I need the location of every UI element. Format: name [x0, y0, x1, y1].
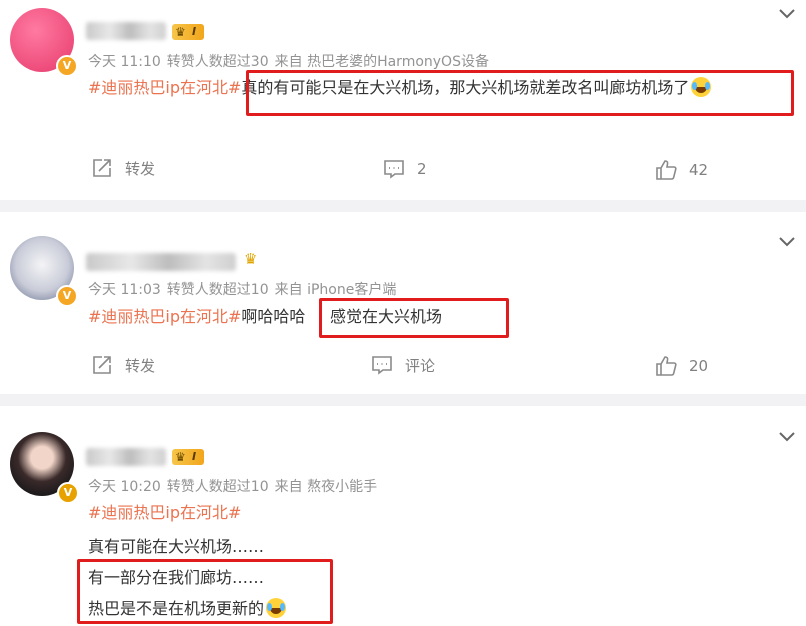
post-meta: 今天 11:10 转赞人数超过30 来自 热巴老婆的HarmonyOS设备 — [88, 51, 495, 71]
username-blurred[interactable] — [86, 448, 166, 466]
highlight-box — [246, 70, 794, 116]
post-separator — [0, 200, 806, 212]
hashtag-link[interactable]: #迪丽热巴ip在河北# — [88, 78, 241, 97]
repost-count-text: 转赞人数超过30 — [166, 54, 269, 70]
post-line: 真有可能在大兴机场…… — [88, 537, 265, 556]
post-time[interactable]: 今天 11:03 — [88, 282, 161, 298]
repost-button[interactable]: 转发 — [91, 157, 155, 179]
repost-icon — [93, 356, 111, 374]
repost-count-text: 转赞人数超过10 — [166, 282, 269, 298]
like-button[interactable]: 20 — [655, 355, 708, 377]
verified-badge-icon: V — [56, 285, 78, 307]
post-1: V ♛ I 今天 11:10 转赞人数超过30 来自 热巴老婆的HarmonyOS设备… — [0, 0, 806, 196]
level-badge: ♛ I — [172, 24, 205, 40]
crown-icon: ♛ — [175, 450, 186, 464]
repost-count-text: 转赞人数超过10 — [166, 479, 269, 495]
verified-badge-icon: V — [57, 482, 79, 504]
post-separator — [0, 394, 806, 406]
username-blurred[interactable] — [86, 253, 236, 271]
hashtag-link[interactable]: #迪丽热巴ip在河北# — [88, 307, 241, 326]
post-time[interactable]: 今天 10:20 — [88, 479, 161, 495]
like-icon — [656, 160, 677, 180]
post-source: 来自 iPhone客户端 — [274, 282, 397, 298]
repost-label: 转发 — [125, 159, 156, 178]
chevron-down-icon[interactable] — [778, 8, 796, 20]
verified-badge-icon: V — [56, 55, 78, 77]
post-text: #迪丽热巴ip在河北# — [88, 502, 241, 524]
like-count: 20 — [689, 357, 709, 375]
hashtag-link[interactable]: #迪丽热巴ip在河北# — [88, 503, 241, 522]
repost-icon — [93, 159, 111, 177]
post-text: #迪丽热巴ip在河北#啊哈哈哈 — [88, 306, 305, 328]
post-2: V ♛ 今天 11:03 转赞人数超过10 来自 iPhone客户端 #迪丽热巴ip… — [0, 212, 806, 392]
post-3: V ♛ I 今天 10:20 转赞人数超过10 来自 熬夜小能手 #迪丽热巴ip在河北… — [0, 406, 806, 626]
comment-count: 2 — [417, 160, 427, 178]
chevron-down-icon[interactable] — [778, 236, 796, 248]
post-meta: 今天 10:20 转赞人数超过10 来自 熬夜小能手 — [88, 476, 383, 496]
post-source: 来自 熬夜小能手 — [274, 479, 378, 495]
comment-label: 评论 — [405, 356, 436, 375]
crown-icon: ♛ — [175, 25, 186, 39]
chevron-down-icon[interactable] — [778, 431, 796, 443]
crown-icon: ♛ — [244, 250, 258, 268]
repost-label: 转发 — [125, 356, 156, 375]
highlight-box — [319, 298, 509, 338]
like-count: 42 — [689, 161, 709, 179]
comment-button[interactable]: 评论 — [371, 354, 435, 376]
highlight-box — [77, 559, 333, 624]
like-icon — [656, 356, 677, 376]
comment-icon — [372, 356, 392, 375]
comment-icon — [384, 160, 404, 179]
like-button[interactable]: 42 — [655, 159, 708, 181]
repost-button[interactable]: 转发 — [91, 354, 155, 376]
post-meta: 今天 11:03 转赞人数超过10 来自 iPhone客户端 — [88, 279, 402, 299]
post-source: 来自 热巴老婆的HarmonyOS设备 — [274, 54, 489, 70]
comment-button[interactable]: 2 — [383, 158, 427, 180]
username-blurred[interactable] — [86, 22, 166, 40]
post-time[interactable]: 今天 11:10 — [88, 54, 161, 70]
level-badge: ♛ I — [172, 449, 205, 465]
post-line: 啊哈哈哈 — [241, 307, 306, 326]
